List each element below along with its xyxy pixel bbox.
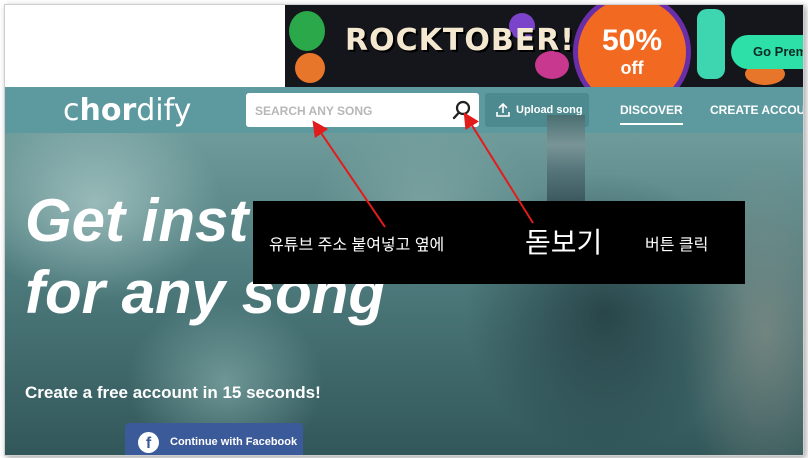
annotation-text-3: 버튼 클릭 <box>645 237 709 254</box>
banner-headline: ROCKTOBER! <box>345 23 575 58</box>
upload-icon <box>496 102 510 117</box>
chordify-logo[interactable]: chordify <box>63 93 191 128</box>
promo-banner[interactable]: ROCKTOBER! 50% off Go Prem <box>285 5 803 87</box>
hero-subtitle: Create a free account in 15 seconds! <box>25 383 321 402</box>
discount-percent: 50% <box>601 24 663 57</box>
logo-part-1: c <box>63 93 80 128</box>
facebook-button-label: Continue with Facebook <box>170 436 298 448</box>
search-input[interactable] <box>246 93 457 129</box>
search-icon[interactable] <box>451 99 473 121</box>
doodle-guitar-neck-icon <box>697 9 725 79</box>
facebook-icon: f <box>138 432 159 453</box>
blurred-redaction <box>547 115 585 215</box>
go-premium-button[interactable]: Go Prem <box>731 35 803 69</box>
continue-with-facebook-button[interactable]: f Continue with Facebook <box>125 423 303 455</box>
discount-badge: 50% off <box>573 5 691 87</box>
annotation-text-2: 돋보기 <box>525 227 603 258</box>
logo-part-2: hor <box>79 93 137 128</box>
hero-section: Get insts for any song Create a free acc… <box>5 133 803 455</box>
discount-suffix: off <box>620 58 644 78</box>
doodle-pumpkin-icon <box>295 53 325 83</box>
search-box <box>246 93 479 129</box>
logo-part-3: dify <box>136 93 192 128</box>
top-navbar: chordify Upload song DISCOVER CREATE ACC… <box>5 87 803 133</box>
hero-title-line1: Get inst <box>25 187 249 254</box>
annotation-text-1: 유튜브 주소 붙여넣고 옆에 <box>269 237 445 254</box>
nav-create-account-link[interactable]: CREATE ACCOU <box>710 87 803 133</box>
instruction-annotation: 유튜브 주소 붙여넣고 옆에 돋보기 버튼 클릭 <box>253 201 745 284</box>
doodle-ghost-icon <box>289 11 325 51</box>
screenshot-frame: ROCKTOBER! 50% off Go Prem chordify Uplo… <box>4 4 804 456</box>
nav-discover-link[interactable]: DISCOVER <box>620 87 683 133</box>
